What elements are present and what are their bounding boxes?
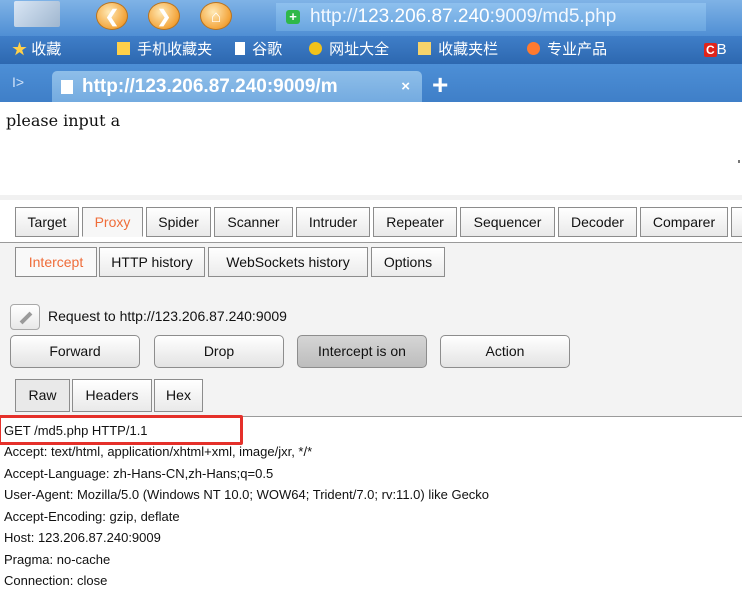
bookmark-mobile[interactable]: 手机收藏夹: [117, 36, 212, 64]
bookmark-folder-bar[interactable]: 收藏夹栏: [418, 36, 498, 64]
header-line-accept: Accept: text/html, application/xhtml+xml…: [4, 444, 313, 459]
browser-tab-bar: I> http://123.206.87.240:9009/m × +: [0, 64, 742, 102]
bookmark-label: 网址大全: [329, 41, 390, 58]
home-icon[interactable]: ⌂: [200, 2, 232, 30]
main-tab-bar: Target Proxy Spider Scanner Intruder Rep…: [0, 200, 742, 242]
bookmark-products[interactable]: 专业产品: [527, 36, 607, 64]
plus-icon: +: [286, 10, 300, 24]
header-line-host: Host: 123.206.87.240:9009: [4, 530, 161, 545]
bookmark-sites[interactable]: 网址大全: [309, 36, 389, 64]
bookmark-label: 收藏: [31, 41, 62, 58]
bookmark-c[interactable]: CB: [704, 36, 727, 64]
tab-proxy[interactable]: Proxy: [82, 207, 143, 237]
page-body-text: please input a: [6, 111, 121, 130]
tab-scanner[interactable]: Scanner: [214, 207, 293, 237]
tab-sequencer[interactable]: Sequencer: [460, 207, 555, 237]
intercept-toggle-button[interactable]: Intercept is on: [297, 335, 427, 368]
message-view-tabs: Raw Headers Hex: [0, 379, 742, 419]
tab-hex[interactable]: Hex: [154, 379, 203, 412]
tab-repeater[interactable]: Repeater: [373, 207, 457, 237]
sidebar-toggle-icon[interactable]: I>: [12, 74, 24, 90]
burp-suite-window: Target Proxy Spider Scanner Intruder Rep…: [0, 195, 742, 607]
tab-overflow[interactable]: [731, 207, 742, 237]
close-icon[interactable]: ×: [401, 71, 410, 102]
tab-websockets-history[interactable]: WebSockets history: [208, 247, 368, 277]
c-icon: C: [704, 43, 717, 57]
bookmark-google[interactable]: 谷歌: [235, 36, 282, 64]
bookmark-label: 手机收藏夹: [137, 41, 213, 58]
phone-icon: [117, 42, 130, 55]
action-button[interactable]: Action: [440, 335, 570, 368]
plus-circle-icon: [309, 42, 322, 55]
address-prefix: http://: [310, 6, 358, 27]
drop-button[interactable]: Drop: [154, 335, 284, 368]
header-line-pragma: Pragma: no-cache: [4, 552, 111, 567]
tab-title: http://123.206.87.240:9009/m: [82, 76, 338, 97]
tab-http-history[interactable]: HTTP history: [99, 247, 205, 277]
back-icon[interactable]: ❮: [96, 2, 128, 30]
request-info: Request to http://123.206.87.240:9009: [10, 303, 287, 331]
proxy-panel: Intercept HTTP history WebSockets histor…: [0, 242, 742, 607]
header-line-accept-language: Accept-Language: zh-Hans-CN,zh-Hans;q=0.…: [4, 466, 274, 481]
header-line-connection: Connection: close: [4, 573, 108, 588]
address-host: 123.206.87.240: [357, 6, 490, 27]
tab-intercept[interactable]: Intercept: [15, 247, 97, 277]
raw-request-editor[interactable]: GET /md5.php HTTP/1.1 Accept: text/html,…: [0, 415, 742, 607]
tab-raw[interactable]: Raw: [15, 379, 70, 412]
tab-options[interactable]: Options: [371, 247, 445, 277]
header-line-accept-encoding: Accept-Encoding: gzip, deflate: [4, 509, 180, 524]
bookmarks-bar: ★ 收藏 手机收藏夹 谷歌 网址大全 收藏夹栏 专业产品 CB: [0, 36, 742, 64]
address-path: :9009/md5.php: [489, 6, 617, 27]
tab-intruder[interactable]: Intruder: [296, 207, 370, 237]
bookmark-label: 谷歌: [252, 41, 283, 58]
tab-comparer[interactable]: Comparer: [640, 207, 728, 237]
address-bar[interactable]: + http://123.206.87.240:9009/md5.php: [276, 3, 706, 31]
request-to-label: Request to http://123.206.87.240:9009: [48, 308, 287, 324]
browser-logo: [14, 1, 60, 27]
bookmark-label: B: [716, 41, 727, 58]
forward-icon[interactable]: ❯: [148, 2, 180, 30]
bookmark-favorites[interactable]: ★ 收藏: [12, 36, 61, 64]
swirl-icon: [527, 42, 540, 55]
page-icon: [61, 80, 73, 94]
folder-icon: [418, 42, 431, 55]
header-line-user-agent: User-Agent: Mozilla/5.0 (Windows NT 10.0…: [4, 487, 490, 502]
new-tab-icon[interactable]: +: [432, 69, 448, 101]
page-icon: [235, 42, 245, 55]
tab-decoder[interactable]: Decoder: [558, 207, 637, 237]
tab-spider[interactable]: Spider: [146, 207, 211, 237]
browser-tab[interactable]: http://123.206.87.240:9009/m ×: [52, 71, 422, 102]
star-icon: ★: [12, 41, 28, 58]
mouse-cursor-mark: [738, 160, 740, 163]
bookmark-label: 专业产品: [547, 41, 608, 58]
edit-pencil-icon[interactable]: [10, 304, 40, 331]
request-line: GET /md5.php HTTP/1.1: [4, 423, 148, 438]
forward-button[interactable]: Forward: [10, 335, 140, 368]
tab-target[interactable]: Target: [15, 207, 79, 237]
browser-toolbar: ❮ ❯ ⌂ + http://123.206.87.240:9009/md5.p…: [0, 0, 742, 36]
bookmark-label: 收藏夹栏: [438, 41, 499, 58]
tab-headers[interactable]: Headers: [72, 379, 152, 412]
